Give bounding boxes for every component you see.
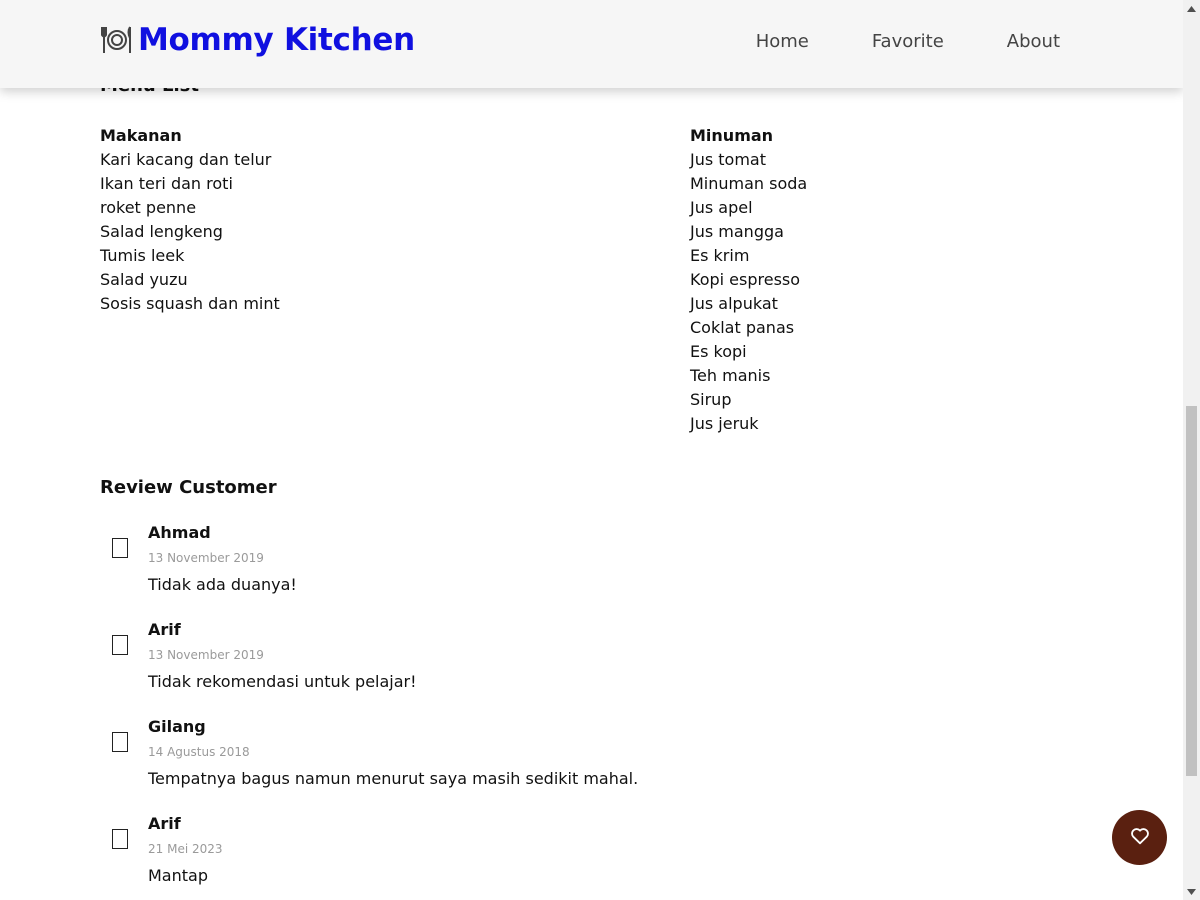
drink-item: Jus apel: [690, 198, 753, 217]
drink-item: Jus mangga: [690, 222, 784, 241]
food-item: Tumis leek: [100, 246, 185, 265]
drink-column: Minuman Jus tomat Minuman soda Jus apel Jus…: [690, 124, 1090, 436]
brand[interactable]: Mommy Kitchen: [100, 22, 415, 58]
missing-glyph-icon: [112, 829, 128, 849]
missing-glyph-icon: [112, 538, 128, 558]
food-heading: Makanan: [100, 126, 182, 145]
vertical-scrollbar[interactable]: [1183, 0, 1200, 900]
food-item: roket penne: [100, 198, 197, 217]
food-item: Sosis squash dan mint: [100, 294, 280, 313]
drink-heading: Minuman: [690, 126, 774, 145]
navbar: Mommy Kitchen Home Favorite About: [0, 0, 1183, 88]
review-text: Mantap: [148, 866, 208, 885]
drink-item: Jus jeruk: [690, 414, 759, 433]
review-list: Ahmad 13 November 2019 Tidak ada duanya! Ar…: [100, 522, 1100, 900]
nav-home[interactable]: Home: [756, 31, 809, 52]
review-text: Tidak ada duanya!: [148, 575, 297, 594]
review-name: Arif: [148, 814, 181, 833]
nav-about[interactable]: About: [1007, 31, 1060, 52]
scroll-down-icon[interactable]: [1183, 883, 1200, 900]
food-item: Ikan teri dan roti: [100, 174, 233, 193]
review-name: Gilang: [148, 717, 206, 736]
drink-item: Kopi espresso: [690, 270, 801, 289]
review-name: Ahmad: [148, 523, 211, 542]
food-column: Makanan Kari kacang dan telur Ikan teri d…: [100, 124, 500, 316]
review-date: 14 Agustus 2018: [148, 745, 250, 759]
drink-item: Es krim: [690, 246, 750, 265]
review-date: 21 Mei 2023: [148, 842, 223, 856]
missing-glyph-icon: [112, 635, 128, 655]
food-item: Kari kacang dan telur: [100, 150, 272, 169]
review-date: 13 November 2019: [148, 551, 264, 565]
food-list: Kari kacang dan telur Ikan teri dan roti r…: [100, 148, 500, 316]
brand-title: Mommy Kitchen: [138, 22, 415, 58]
heart-icon: [1129, 825, 1151, 851]
favorite-fab-button[interactable]: [1112, 810, 1167, 865]
drink-item: Jus tomat: [690, 150, 767, 169]
food-item: Salad lengkeng: [100, 222, 223, 241]
scroll-thumb[interactable]: [1186, 406, 1197, 776]
drink-list: Jus tomat Minuman soda Jus apel Jus mangga E…: [690, 148, 1090, 436]
review-date: 13 November 2019: [148, 648, 264, 662]
review-text: Tempatnya bagus namun menurut saya masih…: [148, 769, 639, 788]
page: Menu List Makanan Kari kacang dan telurI…: [0, 0, 1200, 900]
review-item: Arif 13 November 2019 Tidak rekomendasi un…: [100, 619, 1100, 716]
food-item: Salad yuzu: [100, 270, 188, 289]
scroll-up-icon[interactable]: [1183, 0, 1200, 17]
review-item: Gilang 14 Agustus 2018 Tempatnya bagus nam…: [100, 716, 1100, 813]
review-title: Review Customer: [100, 477, 277, 498]
drink-item: Jus alpukat: [690, 294, 778, 313]
drink-item: Teh manis: [690, 366, 771, 385]
nav-favorite[interactable]: Favorite: [872, 31, 944, 52]
missing-glyph-icon: [112, 732, 128, 752]
drink-item: Coklat panas: [690, 318, 795, 337]
drink-item: Sirup: [690, 390, 732, 409]
review-text: Tidak rekomendasi untuk pelajar!: [148, 672, 417, 691]
review-name: Arif: [148, 620, 181, 639]
review-item: Arif 21 Mei 2023 Mantap: [100, 813, 1100, 900]
drink-item: Minuman soda: [690, 174, 808, 193]
plate-cutlery-icon: [100, 23, 134, 57]
nav-links: Home Favorite About: [693, 31, 1060, 52]
review-item: Ahmad 13 November 2019 Tidak ada duanya!: [100, 522, 1100, 619]
drink-item: Es kopi: [690, 342, 747, 361]
